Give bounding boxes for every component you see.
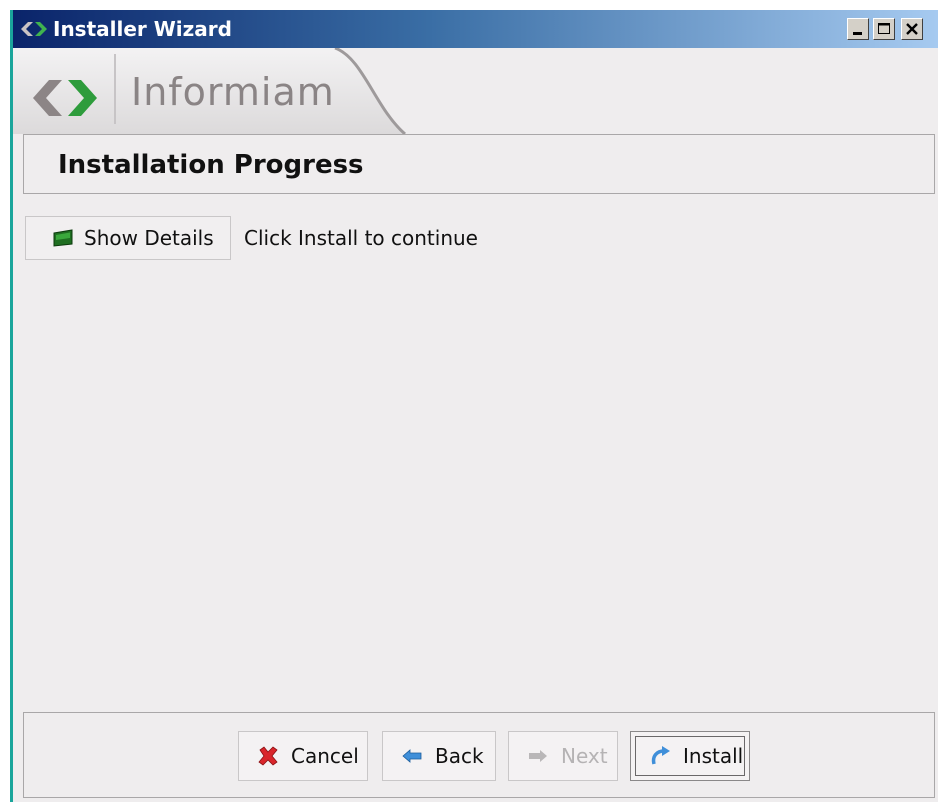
- maximize-button[interactable]: [873, 18, 895, 40]
- install-button[interactable]: Install: [630, 731, 750, 781]
- window-title: Installer Wizard: [53, 17, 232, 41]
- red-x-icon: [258, 746, 278, 766]
- details-row: Show Details Click Install to continue: [25, 216, 925, 260]
- section-header: Installation Progress: [23, 134, 935, 194]
- minimize-button[interactable]: [847, 18, 869, 40]
- maximize-icon: [878, 23, 890, 34]
- informiam-logo-icon: [33, 80, 97, 116]
- cancel-button[interactable]: Cancel: [238, 731, 368, 781]
- minimize-icon: [853, 32, 862, 35]
- close-icon: [906, 23, 918, 35]
- cancel-label: Cancel: [291, 744, 359, 768]
- back-button[interactable]: Back: [382, 731, 496, 781]
- installer-window: Installer Wizard Informiam Installation …: [10, 10, 938, 802]
- logo-divider: [114, 54, 116, 124]
- install-label: Install: [683, 744, 744, 768]
- page-title: Installation Progress: [58, 150, 364, 180]
- branding-banner: Informiam: [13, 48, 938, 134]
- green-screen-icon: [53, 229, 73, 247]
- next-label: Next: [561, 744, 608, 768]
- show-details-label: Show Details: [84, 226, 214, 250]
- back-label: Back: [435, 744, 484, 768]
- show-details-button[interactable]: Show Details: [25, 216, 231, 260]
- curved-arrow-icon: [651, 746, 670, 765]
- arrow-right-icon: [529, 750, 547, 762]
- status-text: Click Install to continue: [244, 226, 478, 250]
- logo-text: Informiam: [131, 70, 335, 114]
- button-bar: Cancel Back Next Install: [23, 712, 935, 798]
- arrow-left-icon: [402, 749, 422, 763]
- app-logo-icon: [21, 22, 47, 36]
- close-button[interactable]: [901, 18, 923, 40]
- next-button[interactable]: Next: [508, 731, 618, 781]
- title-bar[interactable]: Installer Wizard: [13, 10, 938, 48]
